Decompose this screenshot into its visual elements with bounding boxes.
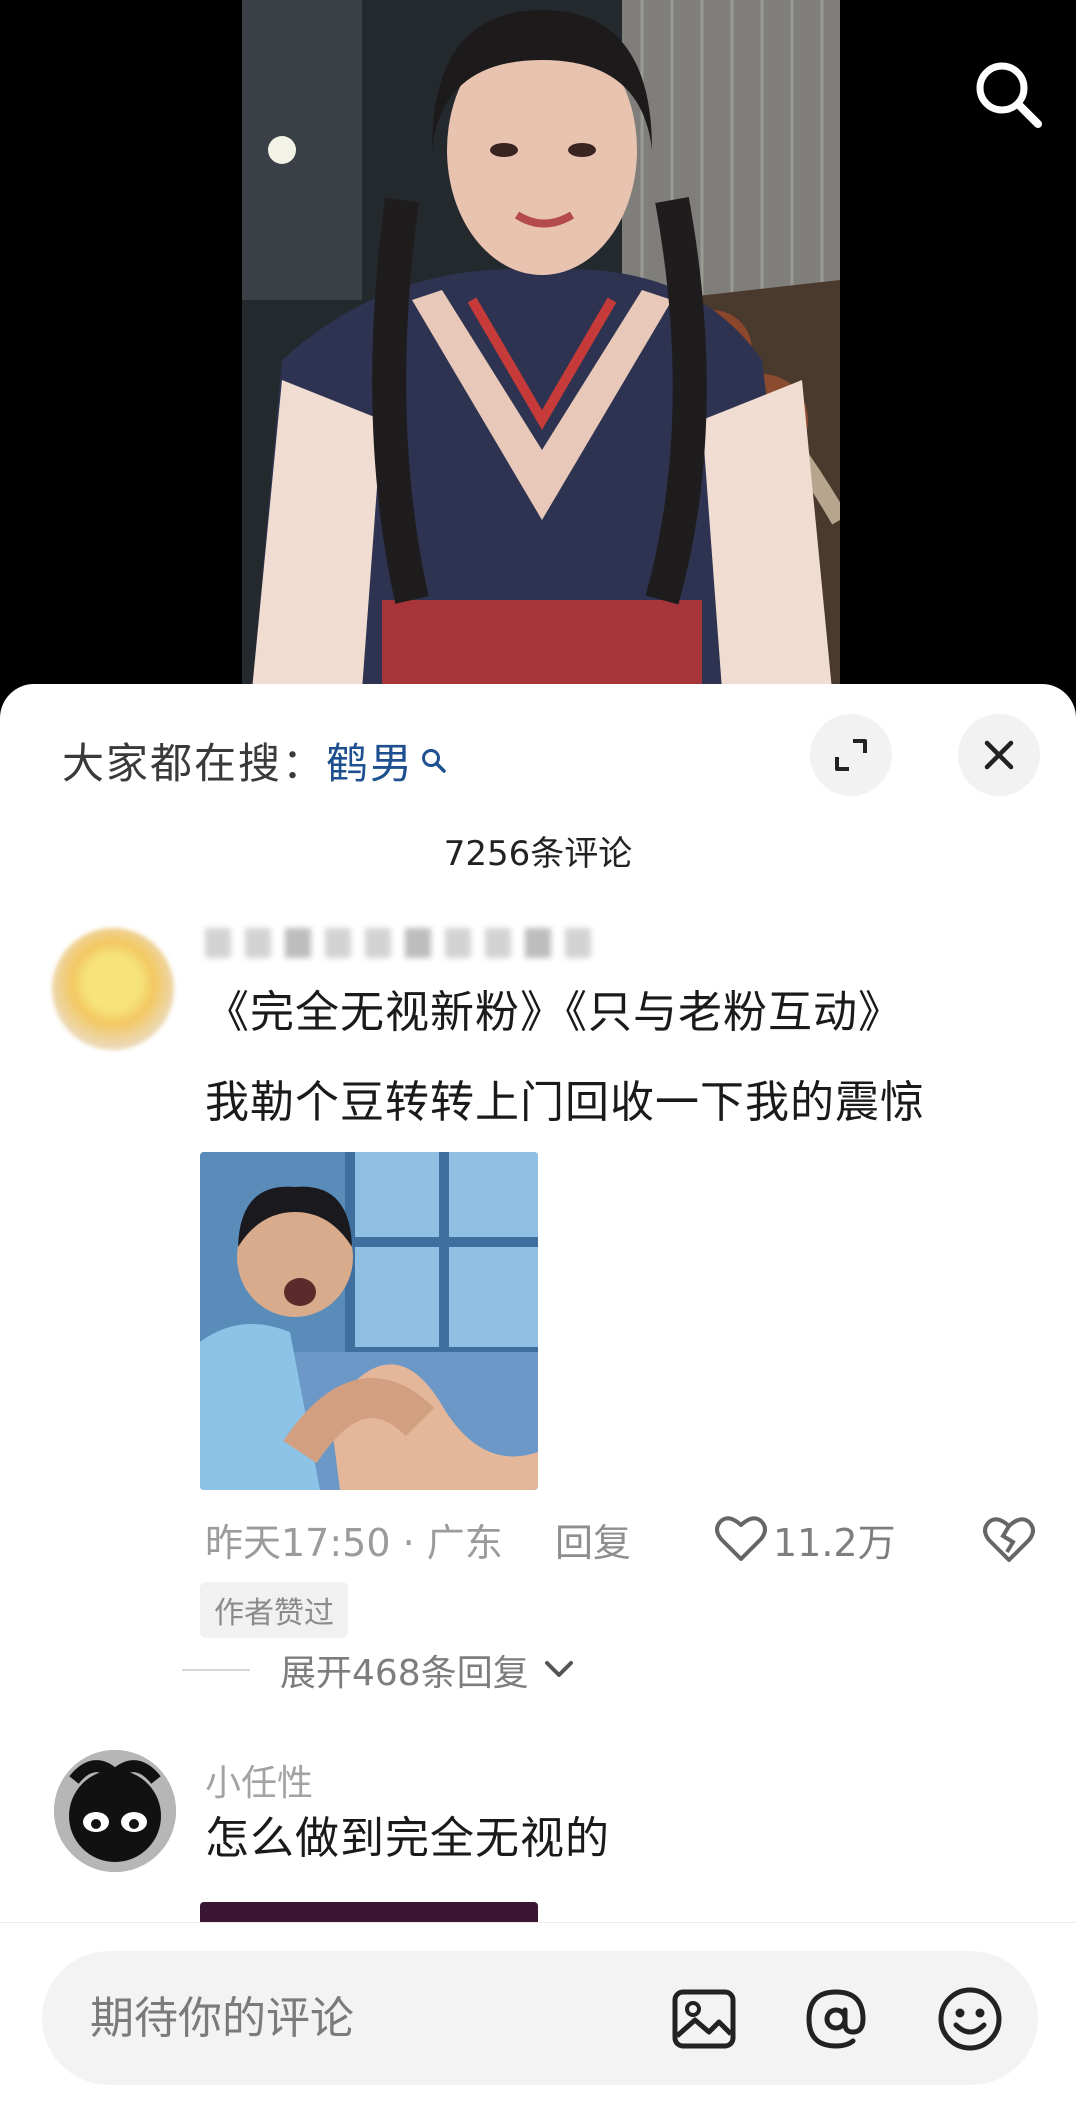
like-button[interactable]: 11.2万 [715,1512,896,1567]
expand-replies-button[interactable]: 展开468条回复 [182,1644,579,1696]
emoji-icon [938,1987,1002,2051]
hot-search-bar: 大家都在搜： 鹤男 [62,730,448,791]
emoji-button[interactable] [934,1983,1006,2055]
divider-line [182,1669,250,1671]
author-liked-badge: 作者赞过 [200,1582,348,1638]
hot-search-prefix: 大家都在搜： [62,739,327,788]
video-player[interactable] [0,0,1076,700]
hot-search-keyword[interactable]: 鹤男 [326,730,414,791]
search-icon [976,62,1042,128]
comment-input-container [42,1951,1038,2085]
comment-input-bar [0,1922,1076,2122]
avatar-image [54,1750,176,1872]
image-button[interactable] [668,1983,740,2055]
broken-heart-icon [983,1517,1035,1562]
comment-author-blurred[interactable] [205,928,591,958]
comment-count: 7256条评论 [443,834,633,874]
video-frame[interactable] [242,0,840,690]
comment-meme-image[interactable] [200,1152,538,1490]
like-count: 11.2万 [773,1520,896,1565]
chevron-down-icon [544,1661,573,1677]
keyword-search-icon[interactable] [420,747,448,775]
search-button[interactable] [968,54,1048,134]
video-still-image [242,0,840,690]
comment-input[interactable] [90,1985,650,2051]
expand-icon [835,739,867,771]
reply-button[interactable]: 回复 [555,1512,715,1567]
image-icon [672,1989,736,2049]
comment-sheet: 大家都在搜： 鹤男 7256条评论 《完全无视新粉》《只与老粉互动》 我勒个豆转… [0,684,1076,2122]
avatar[interactable] [54,1750,176,1872]
close-sheet-button[interactable] [958,714,1040,796]
meme-image [200,1152,538,1490]
comment-meta: 昨天17:50 · 广东 回复 11.2万 [205,1504,1035,1574]
comment-time-location: 昨天17:50 · 广东 [205,1520,503,1565]
heart-icon [715,1516,767,1561]
avatar[interactable] [52,928,174,1050]
dislike-button[interactable] [983,1516,1035,1573]
close-icon [984,740,1014,770]
comment-text: 《完全无视新粉》《只与老粉互动》 我勒个豆转转上门回收一下我的震惊 [205,987,925,1128]
at-icon [806,1989,866,2049]
comment-text: 怎么做到完全无视的 [205,1813,610,1864]
expand-sheet-button[interactable] [810,714,892,796]
expand-replies-label: 展开468条回复 [280,1653,529,1694]
mention-button[interactable] [800,1983,872,2055]
